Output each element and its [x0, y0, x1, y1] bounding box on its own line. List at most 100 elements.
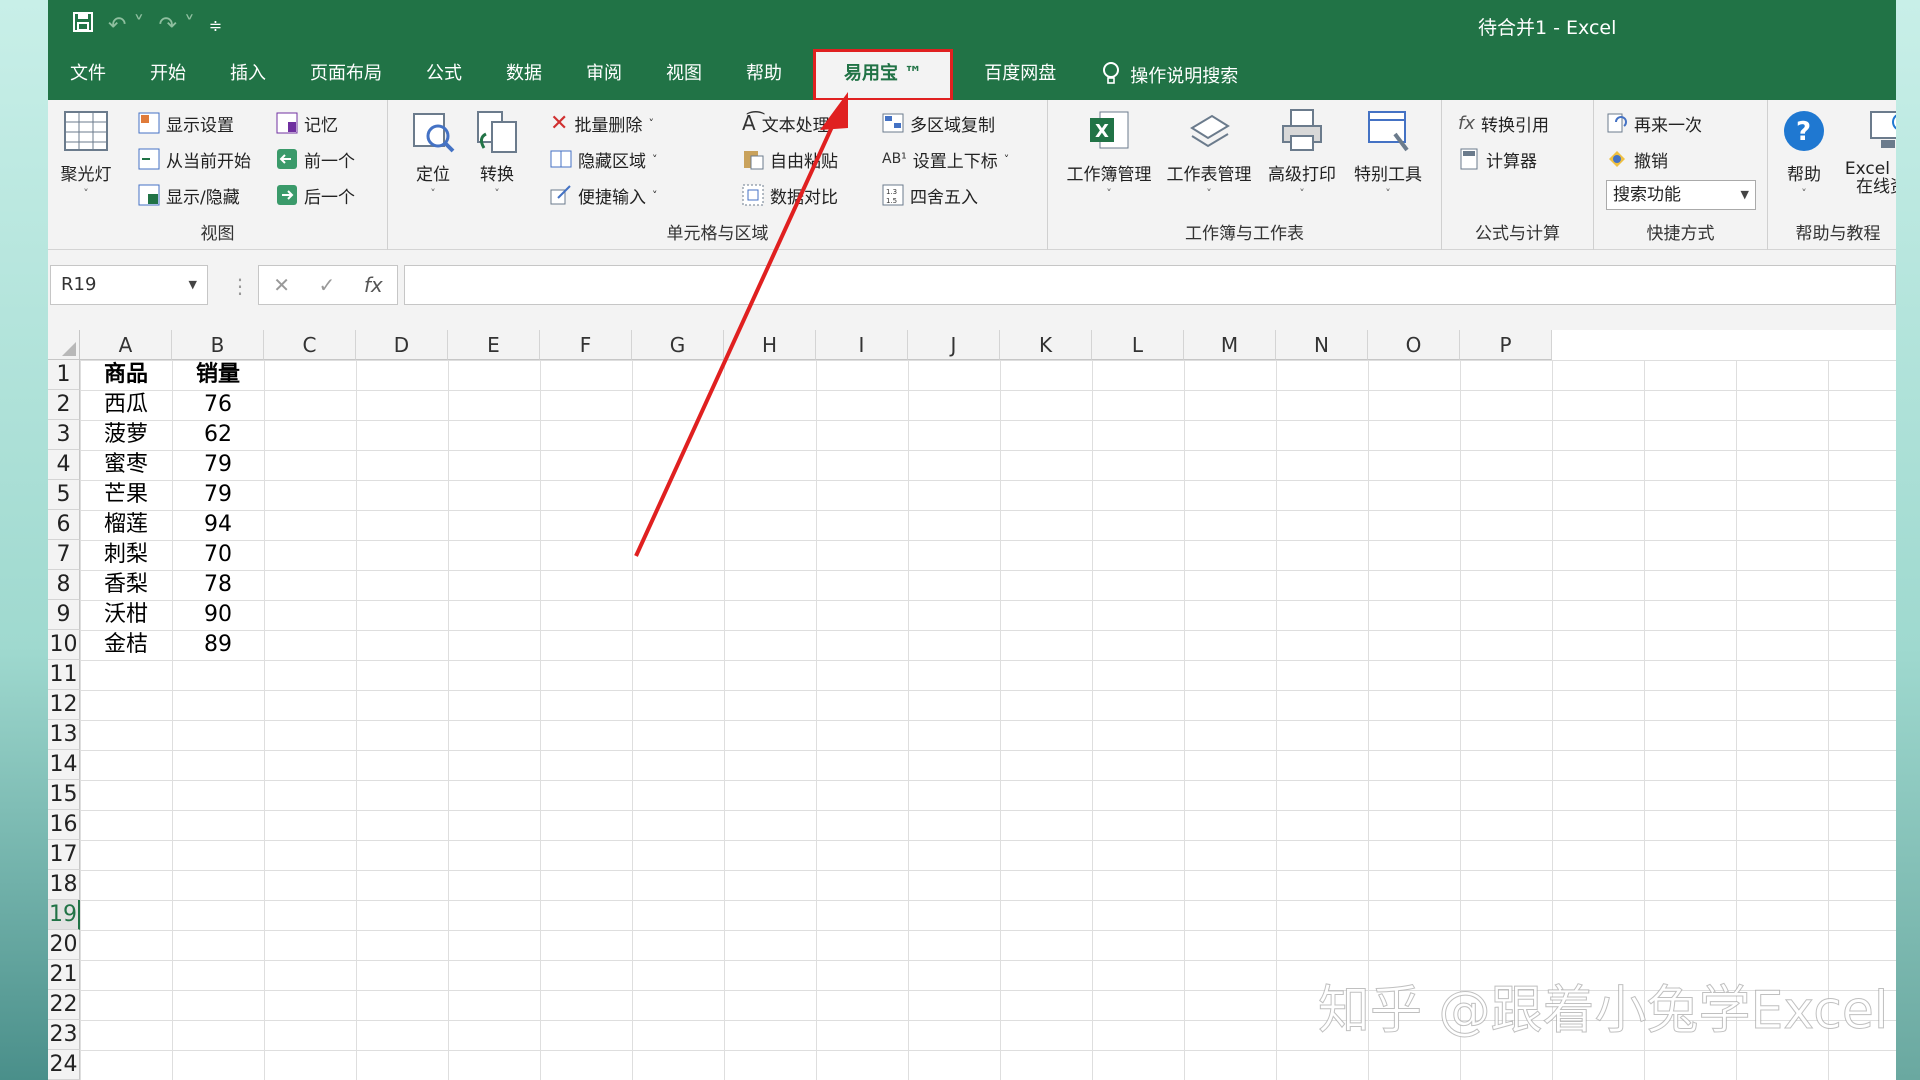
multi-area-copy-button[interactable]: 多区域复制 [882, 108, 995, 138]
table-cell[interactable]: 芒果 [80, 480, 172, 510]
insert-function-icon[interactable]: fx [364, 273, 383, 297]
table-cell[interactable]: 90 [172, 600, 264, 630]
row-header[interactable]: 14 [48, 750, 80, 780]
show-hide-button[interactable]: 显示/隐藏 [138, 180, 240, 210]
table-cell[interactable]: 榴莲 [80, 510, 172, 540]
table-cell[interactable]: 79 [172, 480, 264, 510]
round-button[interactable]: 1.3 1.5 四舍五入 [882, 180, 978, 210]
formula-input[interactable] [404, 265, 1896, 305]
column-header[interactable]: H [724, 330, 816, 360]
tell-me-search[interactable]: 操作说明搜索 [1078, 50, 1238, 100]
column-header[interactable]: J [908, 330, 1000, 360]
row-header[interactable]: 23 [48, 1020, 80, 1050]
column-header[interactable]: P [1460, 330, 1552, 360]
table-cell[interactable]: 62 [172, 420, 264, 450]
row-header[interactable]: 22 [48, 990, 80, 1020]
table-cell[interactable]: 76 [172, 390, 264, 420]
table-cell[interactable]: 70 [172, 540, 264, 570]
undo-icon[interactable]: ↶ ˅ [108, 13, 144, 38]
enter-check-icon[interactable]: ✓ [319, 273, 336, 297]
column-header[interactable]: G [632, 330, 724, 360]
row-header[interactable]: 3 [48, 420, 80, 450]
tab-data[interactable]: 数据 [484, 50, 564, 100]
row-header[interactable]: 17 [48, 840, 80, 870]
row-header[interactable]: 11 [48, 660, 80, 690]
row-header[interactable]: 20 [48, 930, 80, 960]
table-cell[interactable]: 89 [172, 630, 264, 660]
row-header[interactable]: 15 [48, 780, 80, 810]
row-header[interactable]: 21 [48, 960, 80, 990]
tab-baidu-netdisk[interactable]: 百度网盘 [962, 50, 1078, 100]
table-cell[interactable]: 金桔 [80, 630, 172, 660]
table-cell[interactable]: 蜜枣 [80, 450, 172, 480]
row-header[interactable]: 2 [48, 390, 80, 420]
tab-review[interactable]: 审阅 [564, 50, 644, 100]
tab-formulas[interactable]: 公式 [404, 50, 484, 100]
table-cell[interactable]: 商品 [80, 360, 172, 390]
text-process-button[interactable]: A͡ 文本处理 [742, 108, 830, 138]
redo-icon[interactable]: ↷ ˅ [158, 13, 194, 38]
memory-button[interactable]: 记忆 [276, 108, 338, 138]
data-compare-button[interactable]: 数据对比 [742, 180, 838, 210]
convert-reference-button[interactable]: fx 转换引用 [1458, 108, 1549, 138]
special-tools-button[interactable]: 特别工具 ˅ [1348, 108, 1428, 200]
select-all-corner[interactable] [48, 330, 80, 360]
table-cell[interactable]: 78 [172, 570, 264, 600]
sheet-manage-button[interactable]: 工作表管理 ˅ [1162, 108, 1256, 200]
table-cell[interactable]: 94 [172, 510, 264, 540]
hide-area-button[interactable]: 隐藏区域 ˅ [550, 144, 658, 174]
row-header[interactable]: 24 [48, 1050, 80, 1080]
column-header[interactable]: N [1276, 330, 1368, 360]
column-header[interactable]: F [540, 330, 632, 360]
table-cell[interactable]: 菠萝 [80, 420, 172, 450]
tab-yiyongbao[interactable]: 易用宝 ™ [812, 49, 954, 101]
spotlight-button[interactable]: 聚光灯 ˅ [56, 108, 116, 200]
row-header[interactable]: 19 [48, 900, 80, 930]
save-icon[interactable] [72, 11, 94, 39]
column-header[interactable]: M [1184, 330, 1276, 360]
column-header[interactable]: K [1000, 330, 1092, 360]
table-cell[interactable]: 刺梨 [80, 540, 172, 570]
table-cell[interactable]: 西瓜 [80, 390, 172, 420]
table-cell[interactable]: 香梨 [80, 570, 172, 600]
column-header[interactable]: D [356, 330, 448, 360]
row-header[interactable]: 12 [48, 690, 80, 720]
column-header[interactable]: A [80, 330, 172, 360]
tab-file[interactable]: 文件 [48, 50, 128, 100]
batch-delete-button[interactable]: ✕ 批量删除 ˅ [550, 108, 654, 138]
row-header[interactable]: 8 [48, 570, 80, 600]
column-header[interactable]: B [172, 330, 264, 360]
free-paste-button[interactable]: 自由粘贴 [742, 144, 838, 174]
row-header[interactable]: 10 [48, 630, 80, 660]
row-header[interactable]: 6 [48, 510, 80, 540]
sub-superscript-button[interactable]: AB¹ 设置上下标 ˅ [882, 144, 1009, 174]
row-header[interactable]: 5 [48, 480, 80, 510]
cancel-icon[interactable]: ✕ [273, 273, 290, 297]
next-button[interactable]: 后一个 [276, 180, 355, 210]
column-header[interactable]: E [448, 330, 540, 360]
column-header[interactable]: L [1092, 330, 1184, 360]
table-cell[interactable]: 79 [172, 450, 264, 480]
tab-insert[interactable]: 插入 [208, 50, 288, 100]
customize-qat-icon[interactable]: ≑ [209, 16, 222, 35]
prev-button[interactable]: 前一个 [276, 144, 355, 174]
column-header[interactable]: O [1368, 330, 1460, 360]
tab-page-layout[interactable]: 页面布局 [288, 50, 404, 100]
tab-home[interactable]: 开始 [128, 50, 208, 100]
repeat-button[interactable]: 再来一次 [1606, 108, 1702, 138]
column-header[interactable]: I [816, 330, 908, 360]
column-header[interactable]: C [264, 330, 356, 360]
tab-view[interactable]: 视图 [644, 50, 724, 100]
locate-button[interactable]: 定位 ˅ [408, 108, 458, 200]
row-header[interactable]: 1 [48, 360, 80, 390]
calculator-button[interactable]: 计算器 [1458, 144, 1537, 174]
advanced-print-button[interactable]: 高级打印 ˅ [1262, 108, 1342, 200]
table-cell[interactable]: 沃柑 [80, 600, 172, 630]
workbook-manage-button[interactable]: X 工作簿管理 ˅ [1062, 108, 1156, 200]
row-header[interactable]: 18 [48, 870, 80, 900]
name-box[interactable]: R19 ▼ [50, 265, 208, 305]
help-button[interactable]: ? 帮助 ˅ [1776, 108, 1832, 200]
row-header[interactable]: 4 [48, 450, 80, 480]
tab-help[interactable]: 帮助 [724, 50, 804, 100]
table-cell[interactable]: 销量 [172, 360, 264, 390]
